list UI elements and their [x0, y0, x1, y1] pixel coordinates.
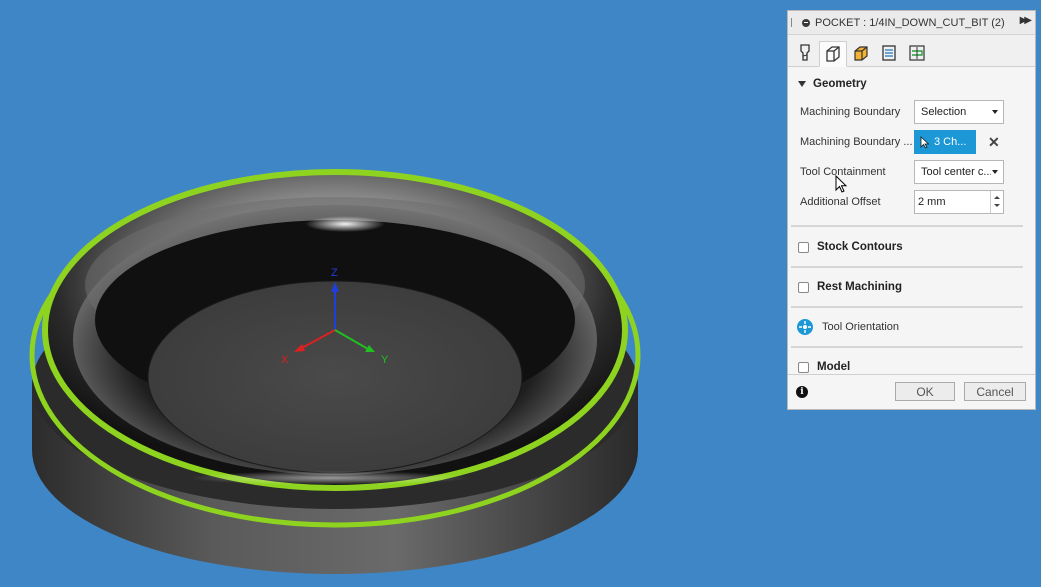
increment-icon[interactable] — [994, 196, 1000, 199]
z-axis-label: Z — [331, 267, 338, 279]
dialog-footer: i OK Cancel — [788, 374, 1035, 409]
stock-contours-checkbox[interactable] — [798, 241, 809, 253]
lip-highlight — [190, 471, 470, 485]
part-model[interactable] — [29, 169, 641, 574]
stock-contours-section[interactable]: Stock Contours — [788, 232, 1035, 262]
geometry-heading: Geometry — [813, 78, 867, 90]
tool-containment-label: Tool Containment — [800, 166, 886, 178]
chevron-down-icon — [992, 170, 998, 174]
linking-tab-icon[interactable] — [903, 40, 931, 66]
mouse-cursor-icon — [835, 175, 848, 193]
section-divider — [791, 225, 1023, 227]
dialog-tabs — [788, 35, 1035, 67]
expand-panel-icon[interactable]: ▶▶ — [1020, 15, 1033, 26]
additional-offset-row: Additional Offset 2 mm — [788, 187, 1035, 217]
tool-orientation-label: Tool Orientation — [822, 321, 900, 333]
section-divider — [791, 346, 1023, 348]
machining-boundary-row: Machining Boundary Selection — [788, 97, 1035, 127]
rest-machining-label: Rest Machining — [817, 281, 902, 293]
tool-containment-select[interactable]: Tool center c... — [914, 160, 1004, 184]
boundary-selection-row: Machining Boundary ... 3 Ch... ✕ — [788, 127, 1035, 157]
pocket-operation-dialog: POCKET : 1/4IN_DOWN_CUT_BIT (2) ▶▶ Geome… — [787, 10, 1036, 410]
model-checkbox[interactable] — [798, 361, 809, 373]
passes-tab-icon[interactable] — [875, 40, 903, 66]
additional-offset-label: Additional Offset — [800, 196, 881, 208]
boundary-selection-count: 3 Ch... — [934, 136, 967, 148]
y-axis-label: Y — [381, 354, 389, 366]
specular-highlight — [305, 216, 385, 232]
info-icon[interactable]: i — [796, 386, 808, 398]
stock-contours-label: Stock Contours — [817, 241, 903, 253]
collapse-caret-icon[interactable] — [798, 81, 806, 87]
model-label: Model — [817, 361, 851, 373]
tool-orientation-icon[interactable] — [797, 319, 813, 335]
drag-grip-icon[interactable] — [791, 18, 796, 27]
machining-boundary-value: Selection — [921, 106, 967, 118]
x-axis-label: X — [281, 354, 289, 366]
section-divider — [791, 306, 1023, 308]
geometry-tab-icon[interactable] — [819, 41, 847, 67]
collapse-icon[interactable] — [802, 18, 810, 27]
geometry-section-header[interactable]: Geometry — [788, 71, 1035, 97]
tool-containment-value: Tool center c... — [921, 166, 991, 178]
machining-boundary-select[interactable]: Selection — [914, 100, 1004, 124]
dialog-title: POCKET : 1/4IN_DOWN_CUT_BIT (2) — [815, 16, 1005, 29]
additional-offset-input[interactable]: 2 mm — [914, 190, 1004, 214]
machining-boundary-label: Machining Boundary — [800, 106, 901, 118]
boundary-selection-label: Machining Boundary ... — [800, 136, 913, 148]
pointer-arrow-icon — [920, 135, 930, 149]
heights-tab-icon[interactable] — [847, 40, 875, 66]
tool-tab-icon[interactable] — [791, 40, 819, 66]
cancel-button[interactable]: Cancel — [964, 382, 1026, 401]
decrement-icon[interactable] — [994, 204, 1000, 207]
boundary-selection-button[interactable]: 3 Ch... — [914, 130, 976, 154]
section-divider — [791, 266, 1023, 268]
clear-selection-icon[interactable]: ✕ — [988, 134, 1000, 151]
offset-stepper[interactable] — [990, 191, 1003, 213]
dialog-titlebar[interactable]: POCKET : 1/4IN_DOWN_CUT_BIT (2) ▶▶ — [788, 11, 1035, 35]
rest-machining-section[interactable]: Rest Machining — [788, 272, 1035, 302]
rest-machining-checkbox[interactable] — [798, 281, 809, 293]
tool-containment-row: Tool Containment Tool center c... — [788, 157, 1035, 187]
additional-offset-value: 2 mm — [918, 196, 946, 208]
tool-orientation-section[interactable]: Tool Orientation — [788, 312, 1035, 342]
ok-button[interactable]: OK — [895, 382, 955, 401]
chevron-down-icon — [992, 110, 998, 114]
